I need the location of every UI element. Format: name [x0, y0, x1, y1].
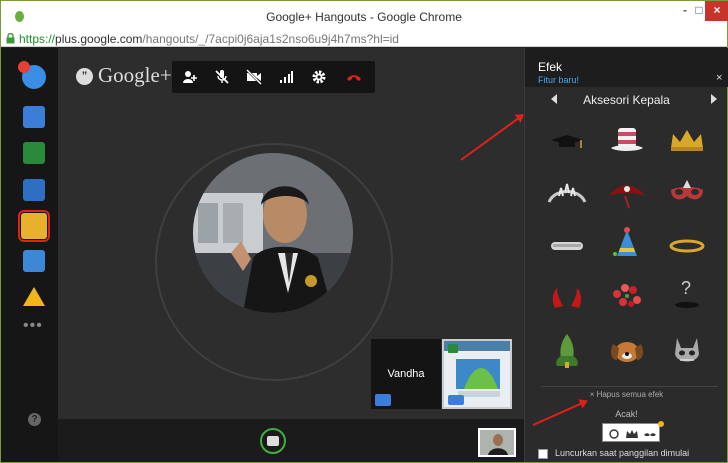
new-feature-badge: Fitur baru!: [538, 75, 580, 85]
crown-icon[interactable]: [665, 120, 709, 160]
effects-panel: Efek Fitur baru! × Aksesori Kepala ? × H…: [524, 48, 728, 462]
browser-window: Google+ Hangouts - Google Chrome - □ × h…: [0, 0, 728, 463]
close-panel-button[interactable]: ×: [716, 72, 722, 84]
mute-mic-icon[interactable]: [214, 69, 230, 85]
mortarboard-hat-icon[interactable]: [545, 122, 589, 162]
self-view-photo: [480, 430, 514, 455]
close-window-button[interactable]: ×: [705, 1, 728, 21]
self-view-thumbnail[interactable]: [478, 428, 516, 457]
url-path: /hangouts/_/7acpi0j6aja1s2nso6u9j4h7ms?h…: [142, 32, 399, 46]
striped-top-hat-icon[interactable]: [605, 118, 649, 158]
masquerade-mask-icon[interactable]: [665, 174, 709, 214]
next-category-icon[interactable]: [711, 94, 717, 104]
participant-photo: [193, 153, 353, 313]
pirate-hat-icon[interactable]: [605, 172, 649, 212]
panel-title: Efek: [538, 60, 563, 74]
random-question-icon[interactable]: ?: [665, 276, 709, 316]
effects-icon[interactable]: [18, 210, 50, 242]
screenshare-icon[interactable]: [23, 142, 45, 164]
clear-all-effects-link[interactable]: × Hapus semua efek: [525, 390, 728, 399]
divider: [541, 386, 718, 387]
camera-icon[interactable]: [23, 179, 45, 201]
crown-small-icon: [625, 427, 639, 439]
address-bar[interactable]: https://plus.google.com/hangouts/_/7acpi…: [1, 31, 727, 47]
quote-bubble-icon: ”: [76, 68, 93, 85]
effects-header: Efek Fitur baru! ×: [525, 48, 728, 87]
notification-dot: [658, 421, 664, 427]
cat-mask-icon[interactable]: [665, 330, 709, 370]
video-stage: ” Google+ Vandha: [58, 48, 524, 419]
hangouts-icon[interactable]: [18, 61, 46, 89]
apps-sidebar: ••• ?: [1, 48, 58, 462]
bottom-bar: [58, 419, 524, 462]
help-icon[interactable]: ?: [28, 413, 41, 426]
bandwidth-icon[interactable]: [278, 69, 294, 85]
dog-ears-icon[interactable]: [605, 330, 649, 370]
accessory-grid: ?: [537, 116, 717, 382]
lock-icon: [6, 33, 15, 44]
call-toolbar: [172, 61, 375, 93]
participant-video: [193, 153, 353, 313]
drive-icon[interactable]: [23, 287, 45, 306]
screen-preview: [444, 341, 510, 407]
category-label: Aksesori Kepala: [583, 93, 670, 107]
random-shadow: [675, 302, 699, 308]
settings-icon[interactable]: [311, 69, 327, 85]
headband-icon[interactable]: [545, 226, 589, 266]
launch-label: Luncurkan saat panggilan dimulai: [555, 448, 690, 458]
participant-name: Vandha: [387, 368, 425, 380]
more-icon[interactable]: •••: [23, 318, 45, 334]
remote-desktop-icon[interactable]: [23, 250, 45, 272]
self-screen-tile[interactable]: [442, 339, 512, 409]
window-title: Google+ Hangouts - Google Chrome: [266, 10, 462, 24]
take-photo-button[interactable]: [260, 428, 286, 454]
halo-icon[interactable]: [665, 226, 709, 266]
chat-icon[interactable]: [23, 106, 45, 128]
camera-icon: [267, 436, 279, 446]
flower-crown-icon[interactable]: [605, 276, 649, 316]
green-feather-hat-icon[interactable]: [545, 330, 589, 370]
participant-tile[interactable]: Vandha: [371, 339, 441, 409]
logo-text: Google+: [98, 63, 172, 87]
tiara-icon[interactable]: [545, 174, 589, 214]
turn-off-camera-icon[interactable]: [246, 69, 262, 85]
monocle-icon: [607, 427, 621, 439]
url-host: plus.google.com: [55, 32, 143, 46]
url-text: https://plus.google.com/hangouts/_/7acpi…: [19, 32, 399, 46]
random-question-mark: ?: [681, 278, 692, 298]
camera-icon: [375, 394, 391, 406]
random-effects-button[interactable]: [602, 423, 660, 442]
title-bar: Google+ Hangouts - Google Chrome - □ ×: [1, 1, 728, 31]
hang-up-icon[interactable]: [346, 69, 362, 85]
invite-people-icon[interactable]: [182, 69, 198, 85]
url-scheme: https://: [19, 32, 56, 46]
mustache-icon: [643, 427, 657, 439]
category-selector: Aksesori Kepala: [525, 91, 728, 109]
devil-horns-icon[interactable]: [545, 278, 589, 318]
launch-checkbox[interactable]: [538, 449, 548, 459]
party-hat-icon[interactable]: [605, 224, 649, 264]
